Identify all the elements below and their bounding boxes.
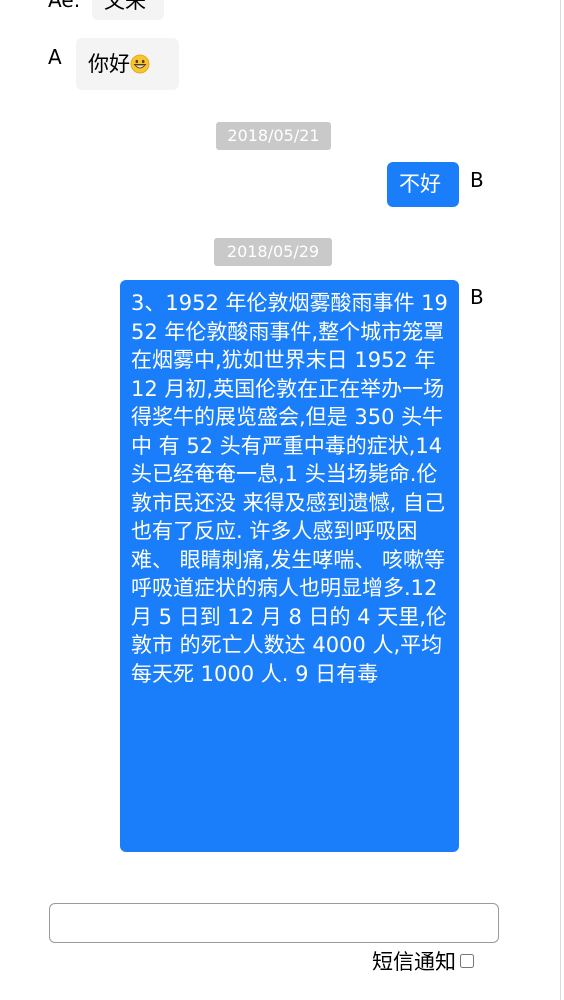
- panel-divider: [560, 0, 561, 1000]
- date-divider: 2018/05/29: [214, 238, 332, 266]
- message-bubble-incoming: 你好: [76, 38, 179, 90]
- message-text: 你好: [88, 52, 130, 76]
- grinning-face-icon: [130, 54, 150, 74]
- date-divider: 2018/05/21: [216, 122, 331, 150]
- message-input[interactable]: [49, 903, 499, 943]
- sender-label-b: B: [470, 168, 484, 192]
- message-bubble-outgoing-long: 3、1952 年伦敦烟雾酸雨事件 1952 年伦敦酸雨事件,整个城市笼罩在烟雾中…: [120, 280, 459, 852]
- message-bubble-outgoing: 不好: [387, 162, 459, 207]
- sms-notify-checkbox[interactable]: [460, 954, 474, 968]
- sender-label: Ae:: [48, 0, 81, 12]
- sms-notify-label: 短信通知: [372, 950, 456, 974]
- sender-label-a: A: [48, 45, 62, 69]
- sms-notify-row: 短信通知: [372, 947, 474, 975]
- message-bubble-partial: 文来: [92, 0, 164, 20]
- chat-screen: Ae: 文来 A 你好 2018/05/21 不好 B 2018/05/29 3…: [0, 0, 564, 1000]
- sender-label-b: B: [470, 285, 484, 309]
